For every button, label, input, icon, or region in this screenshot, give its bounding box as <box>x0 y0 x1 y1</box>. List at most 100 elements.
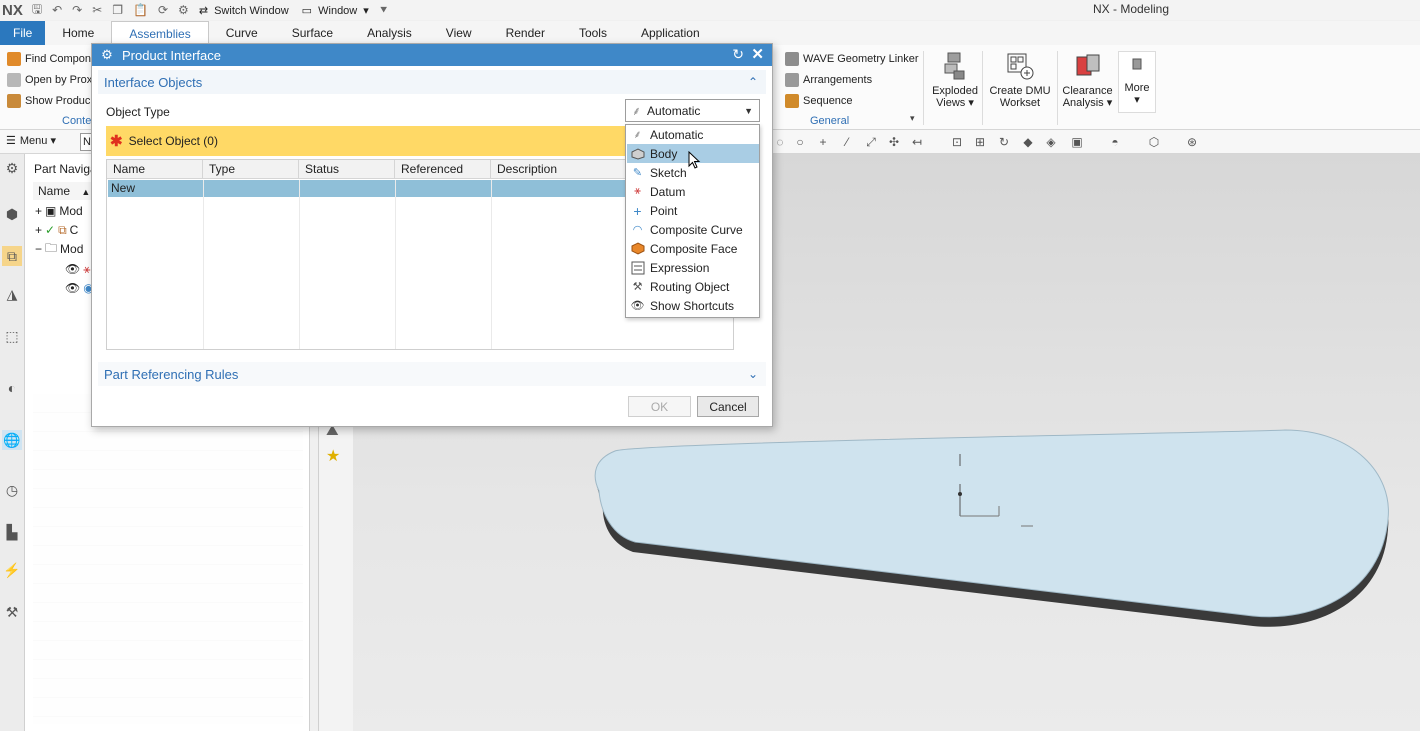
tab-view[interactable]: View <box>429 21 489 45</box>
clearance-analysis-button[interactable]: Clearance Analysis ▾ <box>1060 51 1115 109</box>
tab-file[interactable]: File <box>0 21 46 45</box>
wireframe-icon[interactable]: ◈ <box>1044 135 1058 149</box>
dropdown-option-point[interactable]: + Point <box>627 201 759 220</box>
table-row[interactable]: New <box>108 180 628 197</box>
arrangements-button[interactable]: Arrangements <box>785 73 872 87</box>
part-referencing-rules-section-header[interactable]: Part Referencing Rules ⌄ <box>98 362 766 386</box>
dropdown-option-datum[interactable]: ⚹ Datum <box>627 182 759 201</box>
render-style-icon[interactable]: ◓ <box>1108 135 1122 149</box>
ok-button[interactable]: OK <box>628 396 691 417</box>
expand-icon[interactable]: + <box>35 223 42 237</box>
cancel-button[interactable]: Cancel <box>697 396 759 417</box>
settings-icon[interactable]: ⚙ <box>2 158 22 178</box>
create-dmu-workset-button[interactable]: Create DMU Workset <box>988 51 1052 109</box>
dropdown-option-composite-curve[interactable]: ◠ Composite Curve <box>627 220 759 239</box>
customize-icon[interactable]: ⯆ <box>376 3 392 18</box>
cut-icon[interactable]: ✂ <box>89 3 105 17</box>
zoom-icon[interactable]: ⊞ <box>973 135 987 149</box>
switch-window-button[interactable]: ⇄ Switch Window <box>196 4 295 17</box>
chevron-down-icon[interactable]: ⌄ <box>748 367 758 381</box>
column-header-type[interactable]: Type <box>203 160 299 179</box>
process-studio-icon[interactable]: ⚡ <box>2 560 22 580</box>
paste-icon[interactable]: 📋 <box>130 3 151 17</box>
history-icon[interactable]: ◷ <box>2 480 22 500</box>
general-group-expand-icon[interactable]: ▾ <box>910 113 915 124</box>
edge-display-icon[interactable]: ⬡ <box>1147 135 1161 149</box>
tab-assemblies[interactable]: Assemblies <box>111 21 209 45</box>
sequence-button[interactable]: Sequence <box>785 94 853 108</box>
object-type-select[interactable]: ⸙ Automatic ▼ <box>625 99 760 122</box>
snap-tangent-icon[interactable]: ⤢ <box>864 135 878 149</box>
snap-intersection-icon[interactable]: ✣ <box>887 135 901 149</box>
fit-view-icon[interactable]: ⊡ <box>950 135 964 149</box>
part-navigator-icon[interactable]: ⧉ <box>2 246 22 266</box>
view-orient-icon[interactable]: ▣ <box>1070 135 1084 149</box>
dialog-title-bar[interactable]: ⚙ Product Interface ↻ ✕ <box>92 44 772 66</box>
list-item[interactable]: 👁 ⚹ <box>65 260 90 278</box>
tab-application[interactable]: Application <box>624 21 717 45</box>
window-menu-button[interactable]: ▭ Window ▾ <box>299 4 372 17</box>
expand-icon[interactable]: + <box>35 204 42 218</box>
assembly-navigator-icon[interactable]: ⬢ <box>2 204 22 224</box>
ribbon-separator <box>1057 51 1058 125</box>
hd3d-tools-icon[interactable]: ◐ <box>2 378 22 398</box>
snap-arc-center-icon[interactable]: ◌ <box>773 135 787 149</box>
snap-quadrant-icon[interactable]: ↤ <box>910 135 924 149</box>
select-object-button[interactable]: ✱ Select Object (0) <box>106 126 625 156</box>
constraint-navigator-icon[interactable]: ◮ <box>2 284 22 304</box>
snap-circle-icon[interactable]: ○ <box>793 135 807 149</box>
list-item[interactable]: − 🗀 Mod <box>35 240 83 258</box>
tab-tools[interactable]: Tools <box>562 21 624 45</box>
chevron-up-icon[interactable]: ⌃ <box>748 75 758 89</box>
roles-icon[interactable]: ⚒ <box>2 602 22 622</box>
tab-curve[interactable]: Curve <box>209 21 275 45</box>
exploded-views-button[interactable]: Exploded Views ▾ <box>930 51 980 109</box>
tab-render[interactable]: Render <box>489 21 562 45</box>
ribbon-separator <box>923 51 924 125</box>
collapse-icon[interactable]: − <box>35 242 42 256</box>
star-icon[interactable]: ★ <box>326 446 340 466</box>
dropdown-option-routing-object[interactable]: ⚒ Routing Object <box>627 277 759 296</box>
copy-icon[interactable]: ❐ <box>109 3 126 17</box>
touch-mode-icon[interactable]: ⚙ <box>175 3 192 17</box>
undo-icon[interactable]: ↶ <box>49 3 65 17</box>
list-item[interactable]: + ✓ ⧉ C <box>35 221 78 239</box>
redo-icon[interactable]: ↷ <box>69 3 85 17</box>
open-by-proximity-button[interactable]: Open by Prox <box>7 73 92 87</box>
composite-face-icon <box>630 241 645 256</box>
menu-button[interactable]: ☰ Menu ▾ <box>6 134 56 147</box>
dropdown-option-automatic[interactable]: ⸙ Automatic <box>627 125 759 144</box>
more-button[interactable]: More ▾ <box>1118 51 1156 113</box>
save-icon[interactable]: 🖫 <box>29 0 45 21</box>
show-product-outline-button[interactable]: Show Produc <box>7 94 90 108</box>
column-header-status[interactable]: Status <box>299 160 395 179</box>
interface-objects-section-header[interactable]: Interface Objects ⌃ <box>98 70 766 94</box>
layer-settings-icon[interactable]: ⊛ <box>1185 135 1199 149</box>
tab-analysis[interactable]: Analysis <box>350 21 429 45</box>
column-header-referenced[interactable]: Referenced <box>395 160 491 179</box>
reuse-library-icon[interactable]: ⬚ <box>2 326 22 346</box>
dropdown-option-composite-face[interactable]: Composite Face <box>627 239 759 258</box>
snap-curve-icon[interactable]: ⁄ <box>840 135 854 149</box>
list-item[interactable]: 👁 ◉ <box>65 279 94 297</box>
wave-geometry-linker-button[interactable]: WAVE Geometry Linker <box>785 52 919 66</box>
web-browser-icon[interactable]: 🌐 <box>2 430 22 450</box>
tab-surface[interactable]: Surface <box>275 21 350 45</box>
dropdown-option-expression[interactable]: Expression <box>627 258 759 277</box>
tab-home[interactable]: Home <box>45 21 111 45</box>
system-materials-icon[interactable]: ▙ <box>2 522 22 542</box>
reset-icon[interactable]: ↻ <box>732 46 744 63</box>
list-item[interactable]: + ▣ Mod <box>35 202 83 220</box>
find-component-button[interactable]: Find Compon <box>7 52 91 66</box>
close-icon[interactable]: ✕ <box>751 45 764 63</box>
visibility-eye-icon[interactable]: 👁 <box>65 262 80 276</box>
object-type-label: Object Type <box>106 105 170 119</box>
dropdown-option-show-shortcuts[interactable]: 👁 Show Shortcuts <box>627 296 759 315</box>
column-header-name[interactable]: Name <box>107 160 203 179</box>
visibility-eye-icon[interactable]: 👁 <box>65 281 80 295</box>
repeat-command-icon[interactable]: ⟳ <box>155 3 171 17</box>
resource-bar: ⚙ ⬢ ⧉ ◮ ⬚ ◐ 🌐 ◷ ▙ ⚡ ⚒ <box>0 154 25 731</box>
shaded-icon[interactable]: ◆ <box>1021 135 1035 149</box>
rotate-view-icon[interactable]: ↻ <box>997 135 1011 149</box>
snap-point-icon[interactable]: + <box>816 135 830 149</box>
